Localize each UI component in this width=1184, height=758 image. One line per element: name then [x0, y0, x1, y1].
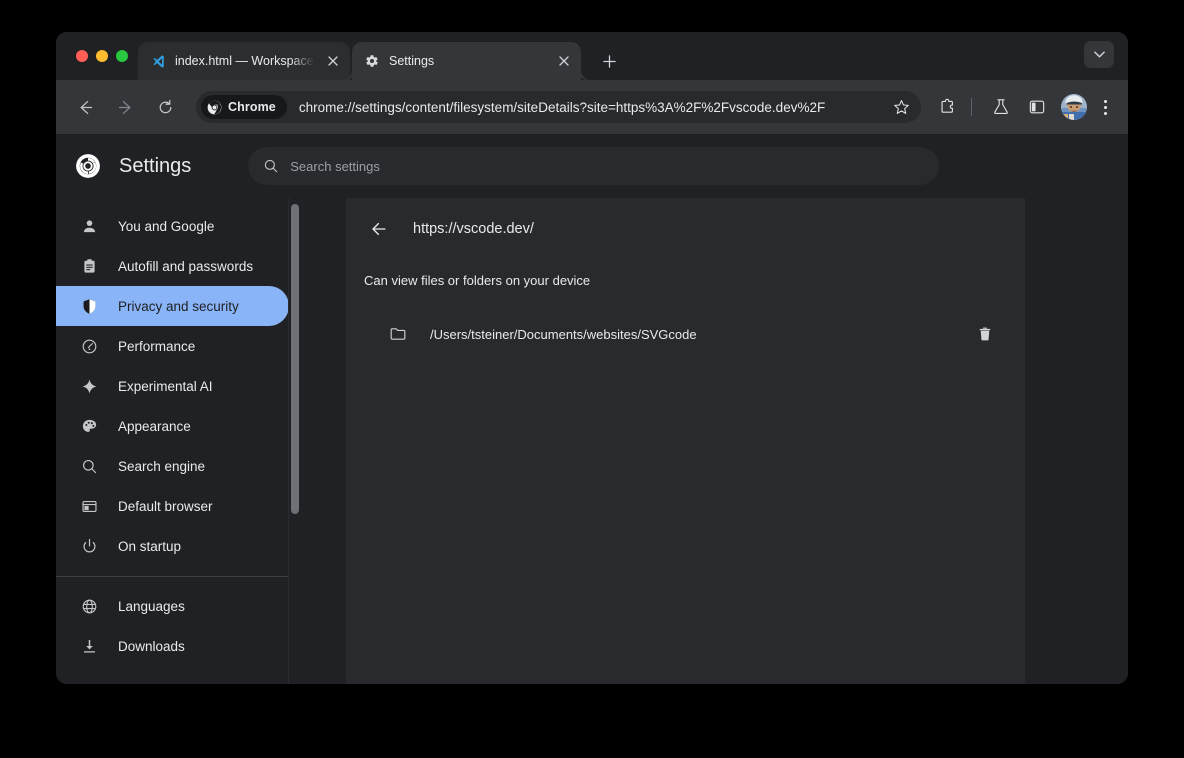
url-text[interactable]: chrome://settings/content/filesystem/sit… [299, 100, 887, 115]
flask-icon[interactable] [986, 92, 1016, 122]
sidebar-item-label: Languages [118, 599, 185, 614]
speedometer-icon [79, 336, 99, 356]
close-icon[interactable] [324, 52, 342, 70]
settings-body: You and Google Autofill and passwords [56, 198, 1128, 684]
subpage-title: https://vscode.dev/ [413, 221, 534, 237]
reload-icon[interactable] [150, 92, 180, 122]
avatar[interactable] [1061, 94, 1087, 120]
star-icon[interactable] [887, 93, 915, 121]
address-bar[interactable]: Chrome chrome://settings/content/filesys… [196, 91, 921, 123]
side-panel-icon[interactable] [1022, 92, 1052, 122]
chrome-chip-label: Chrome [228, 100, 276, 114]
three-dot-menu-icon[interactable] [1092, 92, 1118, 122]
sidebar-item-label: You and Google [118, 219, 214, 234]
shield-icon [79, 296, 99, 316]
page-title: Settings [119, 155, 191, 178]
browser-window-icon [79, 496, 99, 516]
toolbar-divider [971, 98, 972, 116]
minimize-window-button[interactable] [96, 50, 108, 62]
sidebar-item-label: On startup [118, 539, 181, 554]
new-tab-button[interactable] [595, 47, 623, 75]
extensions-icon[interactable] [933, 92, 963, 122]
settings-page: Settings Search settings [56, 134, 1128, 684]
download-icon [79, 636, 99, 656]
sidebar-item-languages[interactable]: Languages [56, 586, 289, 626]
chrome-logo-icon [207, 100, 222, 115]
scrollbar-thumb[interactable] [291, 204, 299, 514]
browser-window: index.html — Workspace — V Settings [56, 32, 1128, 684]
settings-sidebar: You and Google Autofill and passwords [56, 198, 302, 684]
tab-title: index.html — Workspace — V [175, 54, 316, 68]
file-path: /Users/tsteiner/Documents/websites/SVGco… [430, 327, 971, 342]
sidebar-item-label: Autofill and passwords [118, 259, 253, 274]
back-arrow-icon[interactable] [70, 92, 100, 122]
sidebar-item-label: Privacy and security [118, 299, 239, 314]
folder-icon [388, 324, 408, 344]
chrome-origin-chip[interactable]: Chrome [201, 95, 287, 119]
forward-arrow-icon[interactable] [110, 92, 140, 122]
sidebar-item-label: Downloads [118, 639, 185, 654]
sidebar-item-label: Search engine [118, 459, 205, 474]
settings-header: Settings Search settings [56, 134, 1128, 198]
palette-icon [79, 416, 99, 436]
back-arrow-icon[interactable] [363, 213, 395, 245]
sidebar-item-appearance[interactable]: Appearance [56, 406, 289, 446]
clipboard-icon [79, 256, 99, 276]
gear-icon [364, 53, 380, 69]
search-input[interactable]: Search settings [248, 147, 939, 185]
tab-strip: index.html — Workspace — V Settings [56, 32, 1128, 80]
sidebar-scrollbar[interactable] [288, 198, 302, 684]
trash-icon[interactable] [971, 320, 999, 348]
chevron-down-icon[interactable] [1084, 41, 1114, 68]
zoom-window-button[interactable] [116, 50, 128, 62]
sidebar-item-performance[interactable]: Performance [56, 326, 289, 366]
settings-main: https://vscode.dev/ Can view files or fo… [302, 198, 1128, 684]
close-icon[interactable] [555, 52, 573, 70]
sidebar-divider [56, 576, 302, 577]
sparkle-icon [79, 376, 99, 396]
sidebar-item-you-and-google[interactable]: You and Google [56, 206, 289, 246]
person-icon [79, 216, 99, 236]
sidebar-item-experimental-ai[interactable]: Experimental AI [56, 366, 289, 406]
tab-index-html[interactable]: index.html — Workspace — V [138, 42, 350, 80]
sidebar-item-label: Performance [118, 339, 195, 354]
list-item[interactable]: /Users/tsteiner/Documents/websites/SVGco… [346, 314, 1025, 354]
search-icon [79, 456, 99, 476]
permission-description: Can view files or folders on your device [346, 273, 1025, 288]
sidebar-item-privacy-and-security[interactable]: Privacy and security [56, 286, 289, 326]
sidebar-item-default-browser[interactable]: Default browser [56, 486, 289, 526]
subpage-header: https://vscode.dev/ [346, 198, 1025, 260]
chrome-logo-icon [75, 153, 101, 179]
sidebar-item-search-engine[interactable]: Search engine [56, 446, 289, 486]
vscode-icon [150, 53, 166, 69]
sidebar-item-label: Appearance [118, 419, 191, 434]
power-icon [79, 536, 99, 556]
sidebar-item-label: Experimental AI [118, 379, 213, 394]
tab-settings[interactable]: Settings [352, 42, 581, 80]
search-placeholder: Search settings [290, 159, 380, 174]
granted-file-list: /Users/tsteiner/Documents/websites/SVGco… [346, 314, 1025, 354]
window-traffic-lights [56, 32, 138, 80]
search-icon [263, 158, 279, 174]
sidebar-item-downloads[interactable]: Downloads [56, 626, 289, 666]
globe-icon [79, 596, 99, 616]
tab-title: Settings [389, 54, 547, 68]
browser-toolbar: Chrome chrome://settings/content/filesys… [56, 80, 1128, 134]
close-window-button[interactable] [76, 50, 88, 62]
site-details-card: https://vscode.dev/ Can view files or fo… [346, 198, 1025, 684]
sidebar-item-on-startup[interactable]: On startup [56, 526, 289, 566]
sidebar-item-autofill-and-passwords[interactable]: Autofill and passwords [56, 246, 289, 286]
sidebar-item-label: Default browser [118, 499, 213, 514]
